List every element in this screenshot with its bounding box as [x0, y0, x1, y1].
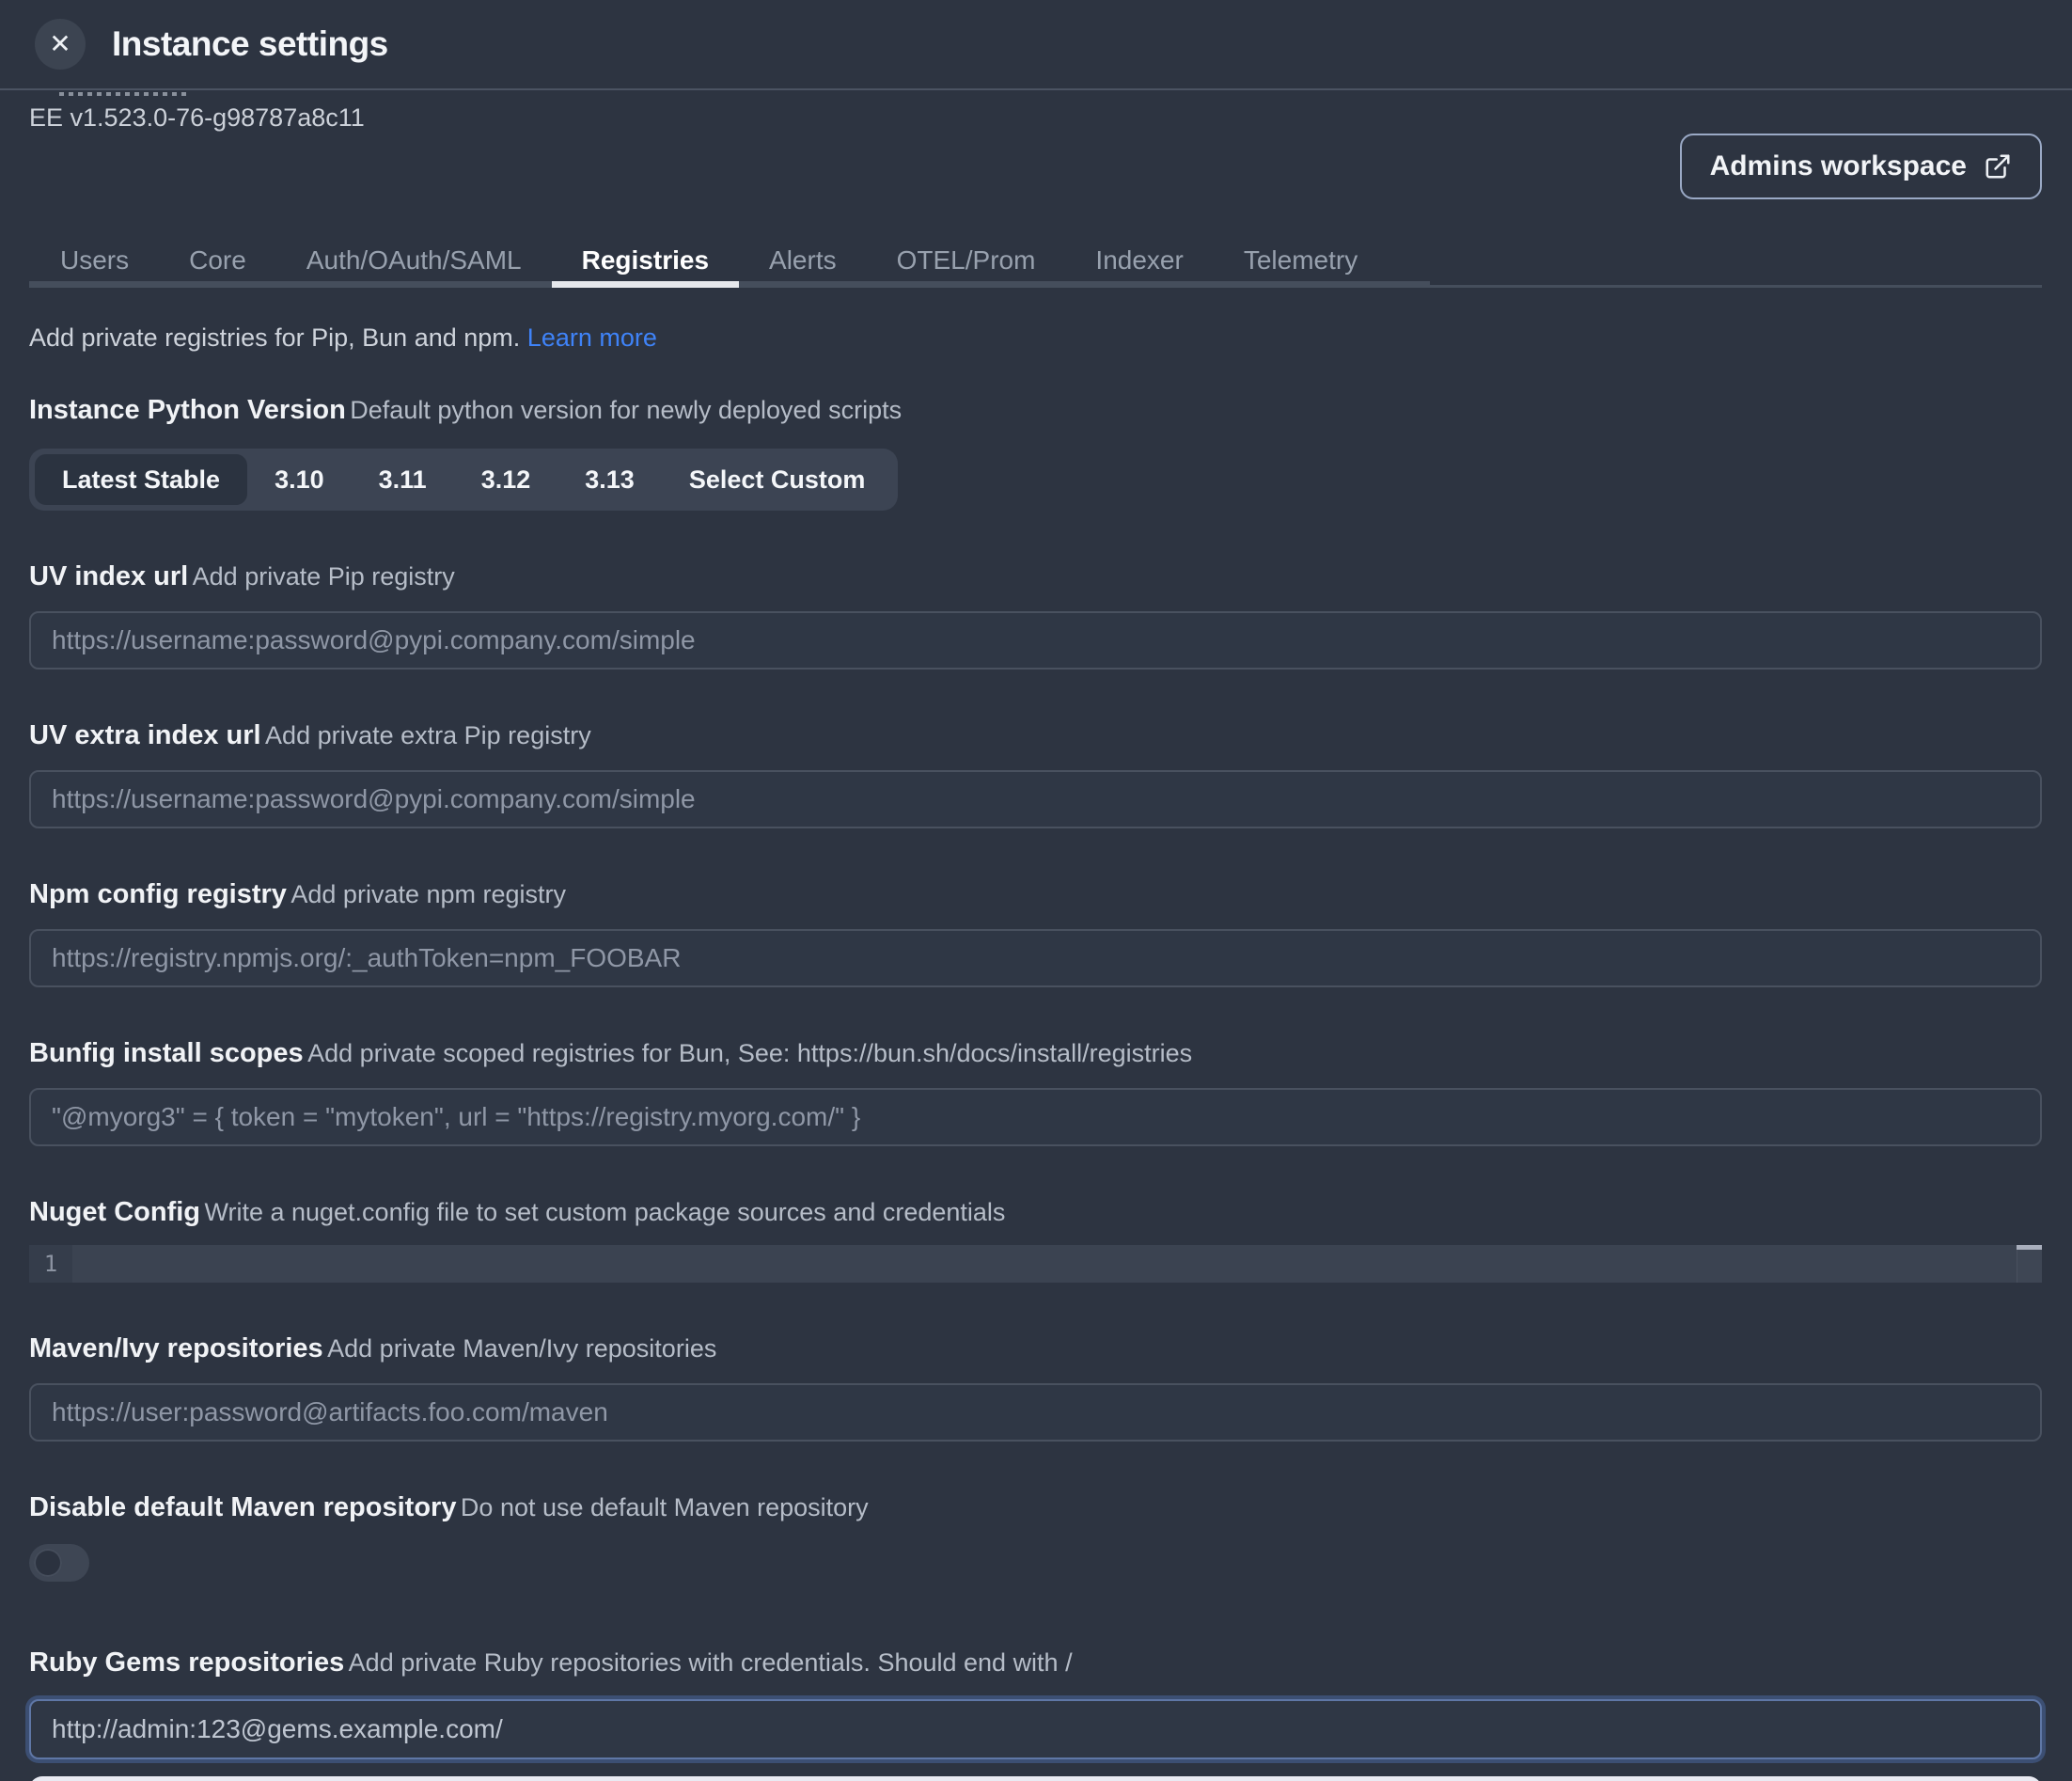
- tab-otel-prom[interactable]: OTEL/Prom: [897, 233, 1036, 288]
- nuget-config-label: Nuget Config: [29, 1197, 200, 1227]
- bunfig-install-scopes-heading: Bunfig install scopes Add private scoped…: [29, 1036, 2042, 1075]
- save-button[interactable]: Save: [29, 1776, 2042, 1781]
- maven-repositories-label: Maven/Ivy repositories: [29, 1333, 323, 1363]
- python-option-latest-stable[interactable]: Latest Stable: [35, 454, 247, 505]
- close-icon: ✕: [49, 31, 71, 57]
- disable-maven-toggle[interactable]: [29, 1544, 89, 1582]
- learn-more-link[interactable]: Learn more: [527, 323, 657, 352]
- nuget-config-heading: Nuget Config Write a nuget.config file t…: [29, 1195, 2042, 1234]
- bunfig-install-scopes-label: Bunfig install scopes: [29, 1038, 304, 1068]
- uv-extra-index-url-label: UV extra index url: [29, 720, 261, 750]
- uv-extra-index-url-input[interactable]: [29, 770, 2042, 828]
- disable-maven-heading: Disable default Maven repository Do not …: [29, 1490, 2042, 1529]
- modal-header: ✕ Instance settings: [0, 0, 2072, 90]
- editor-text-area[interactable]: [72, 1245, 2042, 1283]
- ruby-gems-heading: Ruby Gems repositories Add private Ruby …: [29, 1646, 2042, 1684]
- settings-tabbar: Users Core Auth/OAuth/SAML Registries Al…: [29, 233, 2042, 288]
- uv-index-url-heading: UV index url Add private Pip registry: [29, 560, 2042, 598]
- nuget-config-description: Write a nuget.config file to set custom …: [204, 1198, 1005, 1226]
- python-option-3-10[interactable]: 3.10: [247, 454, 352, 505]
- scrolled-text-fragment: [59, 92, 191, 96]
- maven-repositories-input[interactable]: [29, 1383, 2042, 1442]
- version-label: EE v1.523.0-76-g98787a8c11: [29, 102, 2042, 134]
- editor-scrollbar-thumb[interactable]: [2017, 1245, 2042, 1250]
- python-version-description: Default python version for newly deploye…: [350, 396, 902, 424]
- python-version-title: Instance Python Version: [29, 395, 346, 425]
- python-option-3-11[interactable]: 3.11: [352, 454, 454, 505]
- uv-index-url-input[interactable]: [29, 611, 2042, 670]
- tab-core[interactable]: Core: [189, 233, 246, 288]
- registries-intro: Add private registries for Pip, Bun and …: [29, 322, 2042, 354]
- python-version-heading: Instance Python Version Default python v…: [29, 393, 2042, 432]
- npm-config-registry-label: Npm config registry: [29, 879, 287, 909]
- tab-auth-oauth-saml[interactable]: Auth/OAuth/SAML: [306, 233, 522, 288]
- maven-repositories-description: Add private Maven/Ivy repositories: [327, 1334, 716, 1363]
- admins-workspace-label: Admins workspace: [1710, 150, 1967, 182]
- editor-line-number: 1: [29, 1245, 72, 1283]
- registries-intro-text: Add private registries for Pip, Bun and …: [29, 323, 520, 352]
- bunfig-install-scopes-description: Add private scoped registries for Bun, S…: [307, 1039, 1192, 1067]
- maven-repositories-heading: Maven/Ivy repositories Add private Maven…: [29, 1332, 2042, 1370]
- uv-extra-index-url-heading: UV extra index url Add private extra Pip…: [29, 718, 2042, 757]
- disable-maven-description: Do not use default Maven repository: [461, 1493, 869, 1521]
- disable-maven-label: Disable default Maven repository: [29, 1492, 456, 1522]
- python-option-select-custom[interactable]: Select Custom: [662, 454, 893, 505]
- python-option-3-12[interactable]: 3.12: [454, 454, 558, 505]
- python-option-3-13[interactable]: 3.13: [557, 454, 662, 505]
- ruby-gems-description: Add private Ruby repositories with crede…: [349, 1648, 1073, 1677]
- external-link-icon: [1984, 152, 2012, 181]
- npm-config-registry-heading: Npm config registry Add private npm regi…: [29, 877, 2042, 916]
- toggle-knob: [34, 1549, 62, 1577]
- admins-workspace-button[interactable]: Admins workspace: [1680, 134, 2042, 199]
- npm-config-registry-input[interactable]: [29, 929, 2042, 987]
- tab-users[interactable]: Users: [60, 233, 129, 288]
- settings-content: EE v1.523.0-76-g98787a8c11 Admins worksp…: [0, 92, 2072, 1781]
- tab-registries[interactable]: Registries: [582, 233, 709, 288]
- ruby-gems-label: Ruby Gems repositories: [29, 1647, 344, 1678]
- nuget-config-editor[interactable]: 1: [29, 1245, 2042, 1283]
- tab-telemetry[interactable]: Telemetry: [1244, 233, 1358, 288]
- tab-indexer[interactable]: Indexer: [1095, 233, 1183, 288]
- uv-index-url-label: UV index url: [29, 561, 188, 591]
- editor-scrollbar-track: [2017, 1245, 2042, 1283]
- python-version-segmented-control: Latest Stable 3.10 3.11 3.12 3.13 Select…: [29, 449, 898, 511]
- ruby-gems-input[interactable]: [29, 1699, 2042, 1759]
- bunfig-install-scopes-input[interactable]: [29, 1088, 2042, 1146]
- npm-config-registry-description: Add private npm registry: [290, 880, 566, 908]
- uv-extra-index-url-description: Add private extra Pip registry: [265, 721, 591, 749]
- close-button[interactable]: ✕: [35, 19, 86, 70]
- uv-index-url-description: Add private Pip registry: [193, 562, 455, 591]
- page-title: Instance settings: [112, 24, 388, 64]
- tab-alerts[interactable]: Alerts: [769, 233, 837, 288]
